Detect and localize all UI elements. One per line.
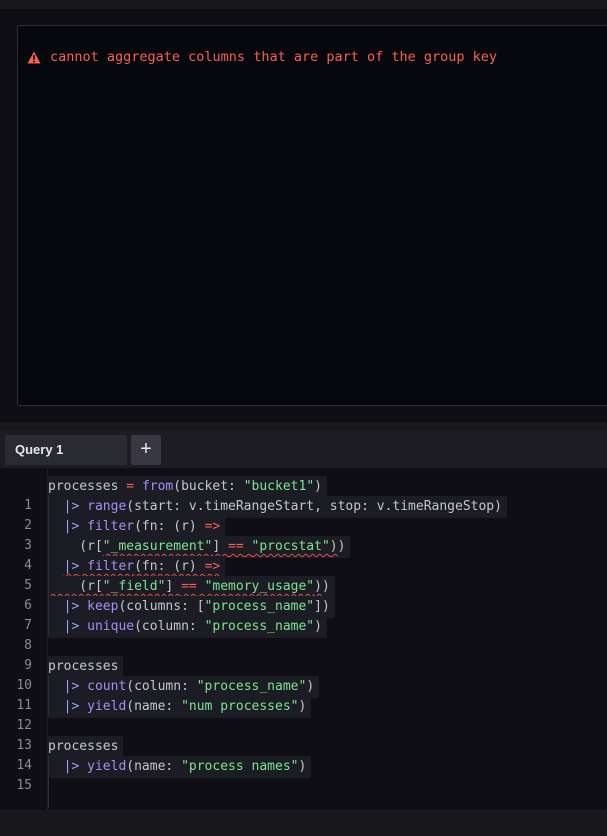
code-line: 13 bbox=[0, 716, 607, 753]
code-line: 8 |> unique(column: "process_name") bbox=[0, 616, 607, 653]
code-text: |> range(start: v.timeRangeStart, stop: … bbox=[48, 496, 507, 518]
code-text: |> yield(name: "process names") bbox=[48, 756, 312, 778]
add-query-button[interactable]: + bbox=[131, 435, 161, 465]
code-line: 9 bbox=[0, 636, 607, 673]
code-text: |> filter(fn: (r) => bbox=[48, 556, 226, 578]
line-number: 15 bbox=[16, 778, 32, 793]
tab-query-1[interactable]: Query 1 bbox=[5, 435, 127, 465]
code-line: 6 (r["_field"] == "memory_usage")) bbox=[0, 576, 607, 613]
code-text: processes = from(bucket: "bucket1") bbox=[48, 476, 327, 498]
indent-guide bbox=[48, 676, 49, 716]
code-text: processes bbox=[48, 656, 124, 678]
code-editor[interactable]: 1 processes = from(bucket: "bucket1") 2 … bbox=[0, 468, 607, 810]
indent-guide bbox=[48, 756, 49, 808]
code-line: 11 |> count(column: "process_name") bbox=[0, 676, 607, 713]
code-text: processes bbox=[48, 736, 124, 758]
code-text: |> keep(columns: ["process_name"]) bbox=[48, 596, 335, 618]
code-text: (r["_field"] == "memory_usage")) bbox=[48, 576, 335, 598]
error-panel: cannot aggregate columns that are part o… bbox=[17, 25, 607, 406]
code-line: 5 |> filter(fn: (r) => bbox=[0, 556, 607, 593]
code-line: 15 |> yield(name: "process names") bbox=[0, 756, 607, 793]
code-line: 4 (r["_measurement"] == "procstat")) bbox=[0, 536, 607, 573]
code-line: 2 |> range(start: v.timeRangeStart, stop… bbox=[0, 496, 607, 533]
code-text: |> unique(column: "process_name") bbox=[48, 616, 327, 638]
warning-triangle-icon bbox=[27, 51, 41, 64]
code-text: |> filter(fn: (r) => bbox=[48, 516, 226, 538]
code-line: 14 processes bbox=[0, 736, 607, 773]
query-tab-bar: Query 1 + bbox=[0, 430, 607, 468]
code-line: 3 |> filter(fn: (r) => bbox=[0, 516, 607, 553]
code-line: 12 |> yield(name: "num processes") bbox=[0, 696, 607, 733]
code-line: 10 processes bbox=[0, 656, 607, 693]
results-area: cannot aggregate columns that are part o… bbox=[0, 0, 607, 422]
error-message-row: cannot aggregate columns that are part o… bbox=[27, 49, 497, 65]
indent-guide bbox=[48, 496, 49, 636]
error-message-text: cannot aggregate columns that are part o… bbox=[50, 49, 498, 65]
code-line: 1 processes = from(bucket: "bucket1") bbox=[0, 476, 607, 513]
code-line: 7 |> keep(columns: ["process_name"]) bbox=[0, 596, 607, 633]
code-text: |> yield(name: "num processes") bbox=[48, 696, 312, 718]
code-text: (r["_measurement"] == "procstat")) bbox=[48, 536, 351, 558]
code-text: |> count(column: "process_name") bbox=[48, 676, 320, 698]
